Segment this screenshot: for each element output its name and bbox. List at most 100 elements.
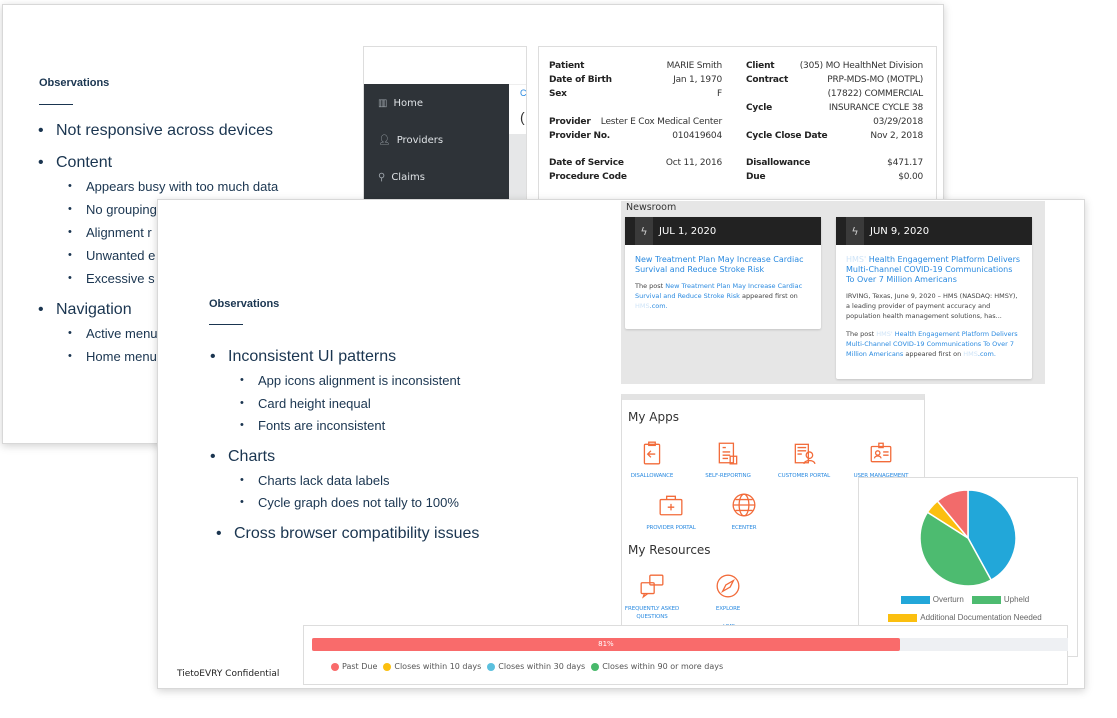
sidebar-item-home[interactable]: ▥ Home [378,98,423,109]
news-date: JUN 9, 2020 [870,225,930,237]
field-label: Client [746,61,775,71]
app-tile[interactable]: ECENTER [704,492,784,532]
bullet-item: Navigation [38,301,132,319]
legend-label: Closes within 10 days [394,662,482,671]
app-tile[interactable]: CUSTOMER PORTAL [764,440,844,480]
legend-label: Past Due [342,662,378,671]
legend-item[interactable]: Closes within 10 days [383,662,481,671]
legend-swatch [971,596,1001,604]
bullet-item: Inconsistent UI patterns [210,348,396,366]
field-label: Date of Service [549,158,624,168]
sub-bullet-item: Home menu [68,349,157,364]
sidebar-item-claims[interactable]: ⚲ Claims [378,172,425,183]
legend-dot [331,662,339,671]
clipboard-arrow-icon [643,441,661,465]
news-card[interactable]: ϟ JUN 9, 2020 HMS' Health Engagement Plat… [836,217,1032,379]
field-value: Jan 1, 1970 [673,75,722,85]
legend-label: Closes within 90 or more days [602,662,724,671]
sub-bullet-item: No grouping [68,202,157,217]
legend-swatch [888,614,918,622]
lightning-icon: ϟ [635,217,653,245]
legend-item[interactable]: Past Due [331,662,377,671]
legend-item[interactable]: Upheld [971,592,1029,608]
qa-bubbles-icon [640,574,664,599]
sub-bullet-item: Unwanted e [68,248,155,263]
lightning-icon: ϟ [846,217,864,245]
sub-bullet-item: Charts lack data labels [240,473,389,488]
field-value: Oct 11, 2016 [665,158,722,168]
bullet-item: Charts [210,448,275,466]
field-label: Provider [549,117,591,127]
field-label: Cycle [746,103,772,113]
my-apps-title: My Apps [628,410,679,424]
field-label: Procedure Code [549,172,627,182]
app-label: EXPLORE [715,606,741,612]
news-card[interactable]: ϟ JUL 1, 2020 New Treatment Plan May Incr… [625,217,821,329]
field-label: Patient [549,61,585,71]
app-label: CUSTOMER PORTAL [777,473,831,479]
customer-building-icon [794,443,816,465]
sub-bullet-item: Excessive s [68,271,155,286]
sub-bullet-item: App icons alignment is inconsistent [240,373,460,388]
app-tile[interactable]: PROVIDER PORTAL [631,492,711,532]
app-tile[interactable]: SELF-REPORTING [688,440,768,480]
field-value: (17822) COMMERCIAL [827,89,924,99]
field-label: Due [746,172,766,182]
field-value: (305) MO HealthNet Division [799,61,923,71]
field-value: $0.00 [898,172,923,182]
observations-heading: Observations [209,298,280,310]
field-label: Disallowance [746,158,811,168]
news-title[interactable]: HMS' Health Engagement Platform Delivers… [836,255,1032,285]
bullet-item: Not responsive across devices [38,122,273,140]
news-post: The post New Treatment Plan May Increase… [635,282,803,310]
content-peek: C ( [509,84,527,202]
app-tile[interactable]: FREQUENTLY ASKED QUESTIONS [612,573,692,621]
sub-bullet-item: Cycle graph does not tally to 100% [240,495,459,510]
sub-bullet-item: Alignment r [68,225,152,240]
report-icon [718,442,738,465]
newsroom-panel: Newsroom ϟ JUL 1, 2020 New Treatment Plan… [621,201,1045,384]
news-post: The post HMS' Health Engagement Platform… [846,330,1018,358]
pie-chart [919,489,1017,587]
news-title[interactable]: New Treatment Plan May Increase Cardiac … [625,255,821,275]
peek-text: ( [520,109,525,125]
progress-track: 81% [312,638,1068,651]
app-label: PROVIDER PORTAL [646,525,696,531]
sidebar-item-providers[interactable]: 👤︎ Providers [378,135,443,146]
newsroom-title: Newsroom [626,202,677,213]
my-resources-title: My Resources [628,543,711,557]
peek-link[interactable]: C [520,88,527,98]
legend-item[interactable]: Closes within 90 or more days [591,662,723,671]
app-label: SELF-REPORTING [705,473,751,479]
app-tile[interactable]: DISALLOWANCE [612,440,692,480]
field-value: Nov 2, 2018 [870,131,923,141]
legend-item[interactable]: Overturn [900,592,964,608]
observations-heading: Observations [39,77,110,89]
app-tile[interactable]: EXPLOREHMS [688,573,768,632]
compass-icon [716,574,740,598]
sub-bullet-item: Appears busy with too much data [68,179,278,194]
app-label: DISALLOWANCE [630,473,674,479]
field-value: INSURANCE CYCLE 38 [828,103,923,113]
app-tile[interactable]: USER MANAGEMENT [841,440,921,480]
field-label: Sex [549,89,567,99]
pie-legend: Overturn Upheld Additional Documentation N… [859,592,1079,628]
field-value: F [717,89,722,99]
medical-kit-icon [659,495,683,516]
legend-dot [591,662,600,671]
field-value: 010419604 [672,131,722,141]
legend-label: Overturn [932,595,964,604]
search-icon: ⚲ [378,172,386,183]
legend-item[interactable]: Closes within 30 days [487,662,585,671]
legend-dot [487,662,496,671]
legend-label: Closes within 30 days [498,662,586,671]
progress-label: 81% [598,640,614,648]
patient-claim-card: Patient MARIE Smith Date of Birth Jan 1, 19… [538,46,937,202]
cycle-progress-panel: 81% Past Due Closes within 10 days Closes … [303,625,1068,685]
legend-item[interactable]: Additional Documentation Needed [888,610,1042,626]
legend-label: Additional Documentation Needed [920,613,1042,622]
footer-confidential: TietoEVRY Confidential [177,669,280,679]
app-label: FREQUENTLY ASKED QUESTIONS [624,606,680,620]
bullet-item: Content [38,154,112,172]
legend-dot [383,662,392,671]
